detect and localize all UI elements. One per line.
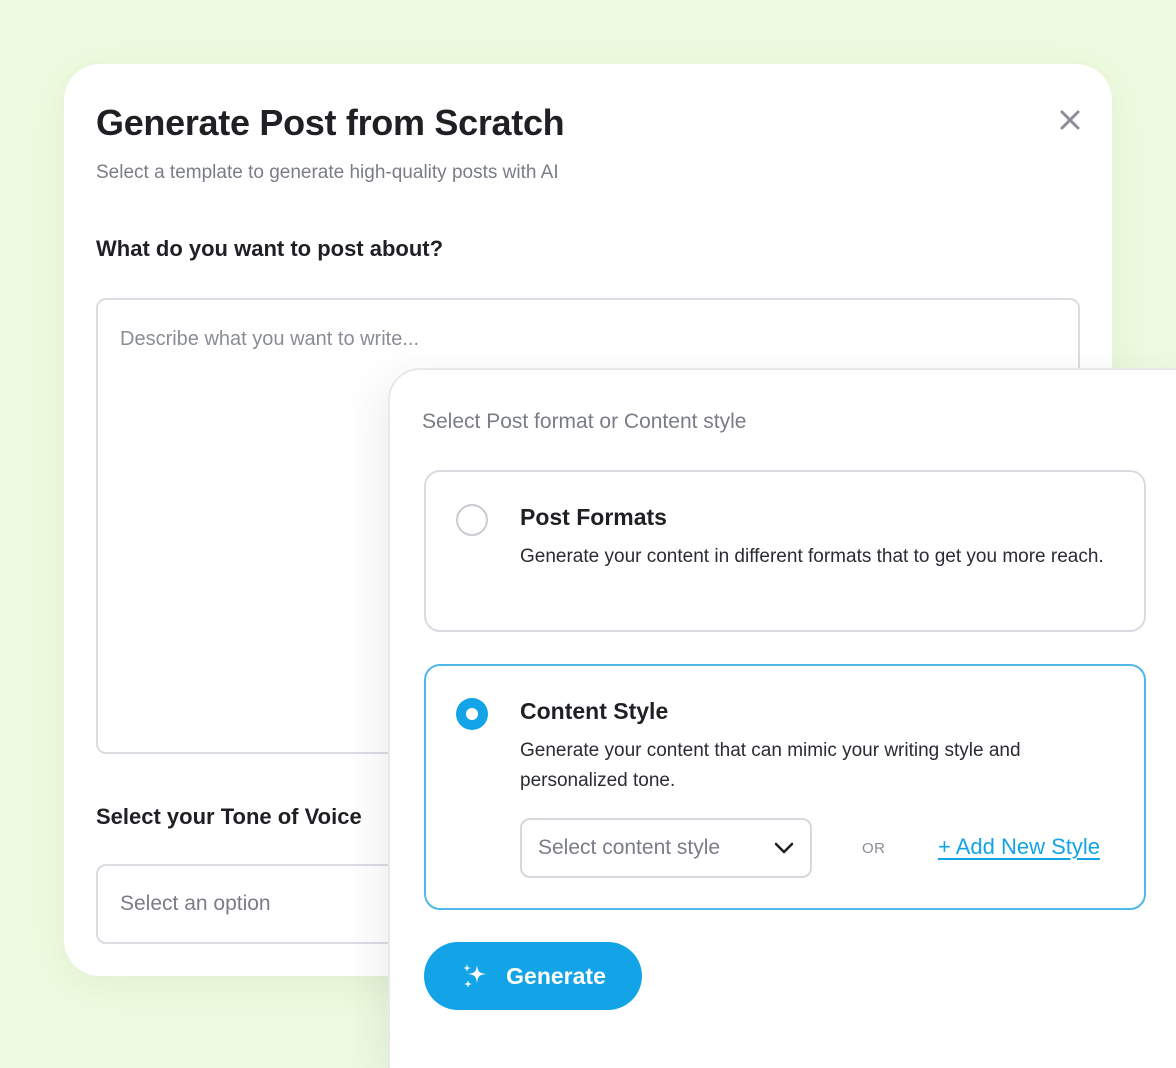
generate-label: Generate bbox=[506, 962, 606, 989]
content-style-radio[interactable] bbox=[456, 698, 488, 730]
close-icon bbox=[1060, 110, 1080, 130]
format-style-panel: Select Post format or Content style Post… bbox=[388, 368, 1176, 1068]
close-button[interactable] bbox=[1056, 106, 1084, 134]
modal-subtitle: Select a template to generate high-quali… bbox=[96, 162, 559, 183]
modal-title: Generate Post from Scratch bbox=[96, 102, 565, 143]
chevron-down-icon bbox=[774, 842, 794, 854]
post-formats-title: Post Formats bbox=[520, 504, 667, 530]
content-style-placeholder: Select content style bbox=[538, 836, 721, 859]
generate-button[interactable]: Generate bbox=[424, 942, 642, 1010]
content-style-option[interactable]: Content Style Generate your content that… bbox=[424, 664, 1146, 910]
tone-label: Select your Tone of Voice bbox=[96, 804, 362, 829]
post-formats-description: Generate your content in different forma… bbox=[520, 546, 1104, 567]
post-formats-radio[interactable] bbox=[456, 504, 488, 536]
add-new-style-link[interactable]: + Add New Style bbox=[938, 834, 1100, 860]
content-style-select[interactable]: Select content style bbox=[520, 818, 812, 878]
content-style-description: Generate your content that can mimic you… bbox=[520, 740, 1021, 791]
panel-heading: Select Post format or Content style bbox=[422, 410, 747, 433]
tone-placeholder: Select an option bbox=[120, 892, 271, 915]
post-formats-option[interactable]: Post Formats Generate your content in di… bbox=[424, 470, 1146, 632]
content-style-title: Content Style bbox=[520, 698, 669, 724]
sparkle-icon bbox=[460, 961, 490, 991]
topic-placeholder: Describe what you want to write... bbox=[120, 328, 420, 350]
topic-label: What do you want to post about? bbox=[96, 236, 444, 261]
or-divider-text: OR bbox=[862, 840, 886, 857]
